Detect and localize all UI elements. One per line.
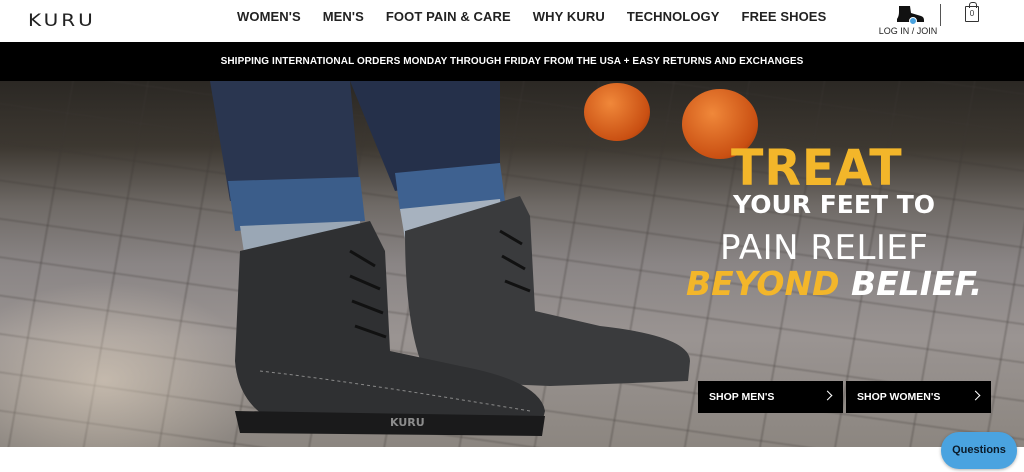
shop-womens-label: SHOP WOMEN'S	[857, 391, 941, 403]
nav-item-free-shoes[interactable]: FREE SHOES	[731, 9, 838, 24]
chevron-right-icon	[822, 390, 833, 401]
header-divider	[940, 4, 941, 26]
shop-womens-button[interactable]: SHOP WOMEN'S	[846, 381, 991, 413]
shop-mens-button[interactable]: SHOP MEN'S	[698, 381, 843, 413]
hero-headline-your-feet: YOUR FEET TO	[733, 190, 936, 219]
logo-text: KURU	[28, 9, 96, 31]
hero-headline-beyond-belief: BEYOND BELIEF.	[686, 264, 982, 303]
hero-headline-treat: TREAT	[731, 139, 903, 197]
chevron-right-icon	[970, 390, 981, 401]
nav-item-womens[interactable]: WOMEN'S	[226, 9, 312, 24]
main-nav: WOMEN'S MEN'S FOOT PAIN & CARE WHY KURU …	[226, 9, 837, 24]
shop-mens-label: SHOP MEN'S	[709, 391, 775, 403]
headline-accent-beyond: BEYOND	[686, 264, 840, 303]
boot-brand-mark: KURU	[390, 416, 425, 429]
cart-count: 0	[969, 9, 975, 18]
nav-item-why-kuru[interactable]: WHY KURU	[522, 9, 616, 24]
nav-item-technology[interactable]: TECHNOLOGY	[616, 9, 731, 24]
login-join-link[interactable]: LOG IN / JOIN	[876, 4, 940, 36]
nav-item-mens[interactable]: MEN'S	[312, 9, 375, 24]
shipping-announcement: SHIPPING INTERNATIONAL ORDERS MONDAY THR…	[0, 42, 1024, 81]
boots-photo: KURU	[210, 81, 690, 436]
site-header: KURU WOMEN'S MEN'S FOOT PAIN & CARE WHY …	[0, 0, 1024, 42]
kuru-logo[interactable]: KURU	[28, 8, 96, 32]
shopping-bag-icon[interactable]: 0	[965, 2, 979, 22]
questions-chat-button[interactable]: Questions	[941, 432, 1017, 469]
shoe-account-icon	[891, 4, 925, 25]
headline-belief: BELIEF.	[850, 264, 983, 303]
nav-item-foot-pain-care[interactable]: FOOT PAIN & CARE	[375, 9, 522, 24]
hero-headline-pain-relief: PAIN RELIEF	[720, 228, 929, 268]
hero-banner: KURU TREAT YOUR FEET TO PAIN RELIEF BEYO…	[0, 81, 1024, 447]
login-label: LOG IN / JOIN	[878, 26, 938, 36]
